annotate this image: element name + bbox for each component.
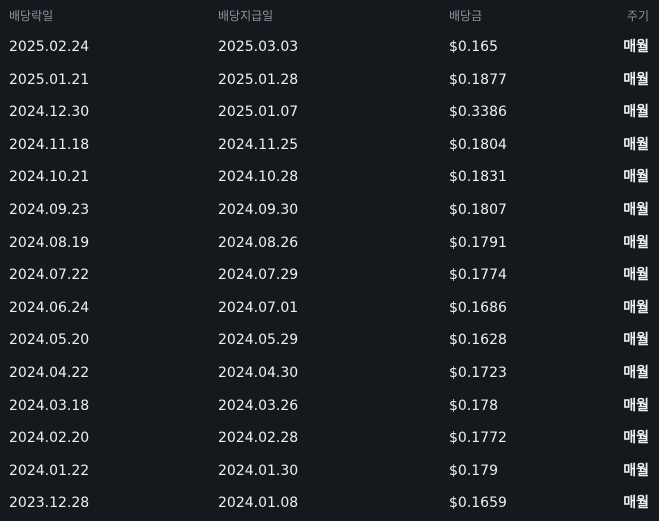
pay-date-cell: 2024.09.30 — [218, 201, 299, 218]
amount-cell: $0.1659 — [449, 495, 507, 512]
ex-date-cell: 2025.02.24 — [9, 39, 90, 55]
frequency-cell: 매월 — [623, 495, 649, 512]
amount-cell: $0.1807 — [449, 201, 507, 218]
table-row: 2024.11.18 2024.11.25 $0.1804 매월 — [0, 130, 659, 163]
pay-date-cell: 2024.07.01 — [218, 299, 299, 316]
header-amount: 배당금 — [449, 9, 483, 23]
header-pay-date: 배당지급일 — [218, 9, 274, 23]
frequency-cell: 매월 — [623, 430, 649, 447]
table-header: 배당락일 배당지급일 배당금 주기 — [0, 0, 659, 32]
frequency-cell: 매월 — [623, 299, 649, 316]
header-ex-date: 배당락일 — [9, 9, 54, 23]
ex-date-cell: 2024.10.21 — [9, 169, 90, 186]
table-row: 2024.01.22 2024.01.30 $0.179 매월 — [0, 456, 659, 489]
frequency-cell: 매월 — [623, 234, 649, 251]
ex-date-cell: 2023.12.28 — [9, 495, 90, 512]
table-row: 2025.01.21 2025.01.28 $0.1877 매월 — [0, 65, 659, 98]
pay-date-cell: 2024.04.30 — [218, 364, 299, 381]
table-row: 2024.07.22 2024.07.29 $0.1774 매월 — [0, 260, 659, 293]
frequency-cell: 매월 — [623, 332, 649, 349]
ex-date-cell: 2025.01.21 — [9, 71, 90, 88]
table-row: 2024.09.23 2024.09.30 $0.1807 매월 — [0, 195, 659, 228]
amount-cell: $0.1723 — [449, 364, 507, 381]
frequency-cell: 매월 — [623, 267, 649, 284]
amount-cell: $0.165 — [449, 39, 498, 55]
pay-date-cell: 2024.11.25 — [218, 136, 299, 153]
pay-date-cell: 2024.02.28 — [218, 430, 299, 447]
amount-cell: $0.1628 — [449, 332, 507, 349]
pay-date-cell: 2024.07.29 — [218, 267, 299, 284]
frequency-cell: 매월 — [623, 104, 649, 121]
table-row: 2025.02.24 2025.03.03 $0.165 매월 — [0, 32, 659, 65]
frequency-cell: 매월 — [623, 201, 649, 218]
table-row: 2024.02.20 2024.02.28 $0.1772 매월 — [0, 423, 659, 456]
ex-date-cell: 2024.07.22 — [9, 267, 90, 284]
ex-date-cell: 2024.11.18 — [9, 136, 90, 153]
amount-cell: $0.1774 — [449, 267, 507, 284]
pay-date-cell: 2024.10.28 — [218, 169, 299, 186]
amount-cell: $0.3386 — [449, 104, 507, 121]
ex-date-cell: 2024.08.19 — [9, 234, 90, 251]
frequency-cell: 매월 — [623, 462, 649, 479]
ex-date-cell: 2024.06.24 — [9, 299, 90, 316]
pay-date-cell: 2024.05.29 — [218, 332, 299, 349]
amount-cell: $0.178 — [449, 397, 498, 414]
frequency-cell: 매월 — [623, 39, 649, 55]
header-frequency: 주기 — [626, 9, 649, 23]
amount-cell: $0.1772 — [449, 430, 507, 447]
pay-date-cell: 2024.01.30 — [218, 462, 299, 479]
table-row: 2023.12.28 2024.01.08 $0.1659 매월 — [0, 488, 659, 521]
frequency-cell: 매월 — [623, 71, 649, 88]
frequency-cell: 매월 — [623, 169, 649, 186]
amount-cell: $0.1804 — [449, 136, 507, 153]
pay-date-cell: 2025.03.03 — [218, 39, 299, 55]
table-row: 2024.03.18 2024.03.26 $0.178 매월 — [0, 391, 659, 424]
frequency-cell: 매월 — [623, 136, 649, 153]
ex-date-cell: 2024.09.23 — [9, 201, 90, 218]
ex-date-cell: 2024.12.30 — [9, 104, 90, 121]
amount-cell: $0.179 — [449, 462, 498, 479]
amount-cell: $0.1791 — [449, 234, 507, 251]
ex-date-cell: 2024.04.22 — [9, 364, 90, 381]
frequency-cell: 매월 — [623, 364, 649, 381]
ex-date-cell: 2024.05.20 — [9, 332, 90, 349]
amount-cell: $0.1686 — [449, 299, 507, 316]
pay-date-cell: 2024.01.08 — [218, 495, 299, 512]
ex-date-cell: 2024.03.18 — [9, 397, 90, 414]
pay-date-cell: 2024.08.26 — [218, 234, 299, 251]
table-row: 2024.05.20 2024.05.29 $0.1628 매월 — [0, 325, 659, 358]
ex-date-cell: 2024.01.22 — [9, 462, 90, 479]
amount-cell: $0.1877 — [449, 71, 507, 88]
table-row: 2024.10.21 2024.10.28 $0.1831 매월 — [0, 162, 659, 195]
pay-date-cell: 2025.01.28 — [218, 71, 299, 88]
frequency-cell: 매월 — [623, 397, 649, 414]
table-row: 2024.06.24 2024.07.01 $0.1686 매월 — [0, 293, 659, 326]
ex-date-cell: 2024.02.20 — [9, 430, 90, 447]
pay-date-cell: 2024.03.26 — [218, 397, 299, 414]
amount-cell: $0.1831 — [449, 169, 507, 186]
pay-date-cell: 2025.01.07 — [218, 104, 299, 121]
table-row: 2024.08.19 2024.08.26 $0.1791 매월 — [0, 228, 659, 261]
table-row: 2024.04.22 2024.04.30 $0.1723 매월 — [0, 358, 659, 391]
table-row: 2024.12.30 2025.01.07 $0.3386 매월 — [0, 97, 659, 130]
dividend-history-table: 배당락일 배당지급일 배당금 주기 2025.02.24 2025.03.03 … — [0, 0, 659, 518]
